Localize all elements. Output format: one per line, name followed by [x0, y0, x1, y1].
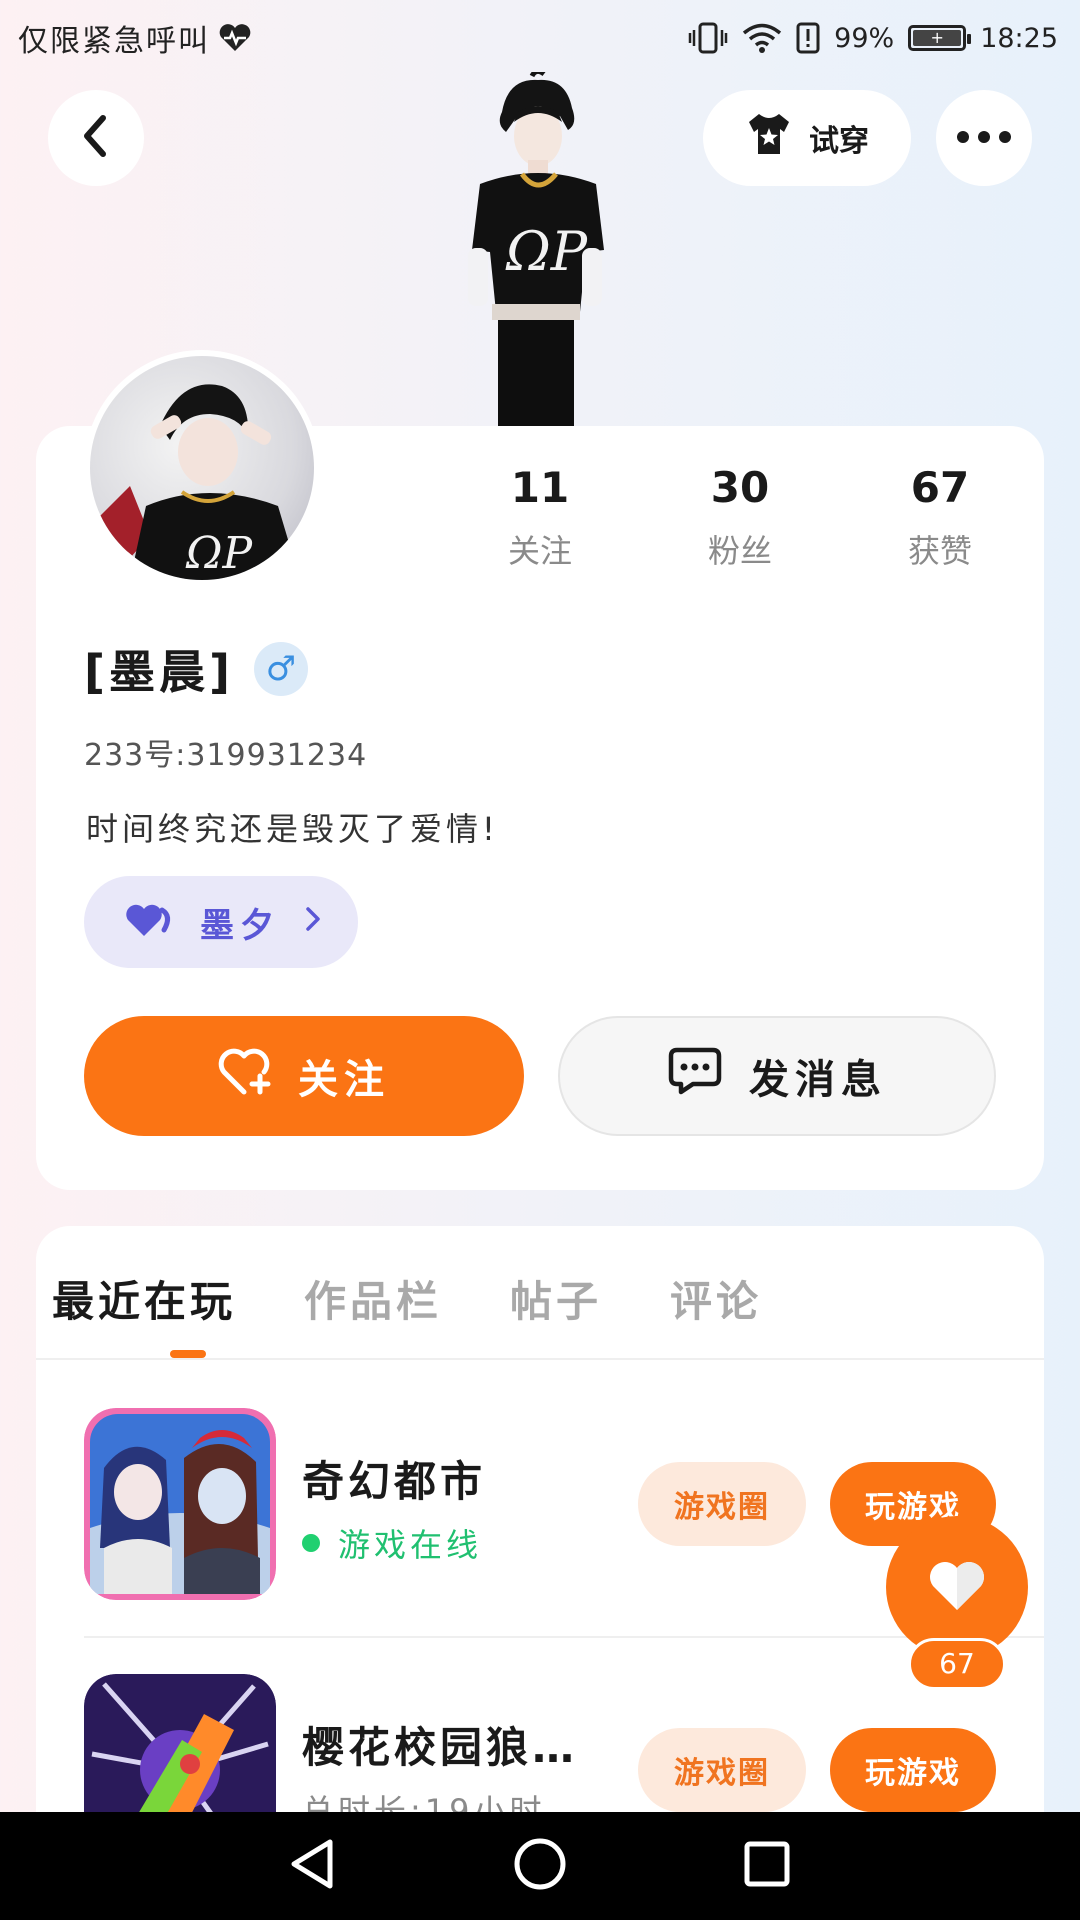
game-row[interactable]: 樱花校园狼… 总时长:19小时 游戏圈 玩游戏 [84, 1674, 1044, 1812]
back-arrow-icon [79, 114, 113, 162]
profile-tabs: 最近在玩 作品栏 帖子 评论 [52, 1268, 830, 1329]
stat-following-value: 11 [510, 463, 570, 512]
wifi-icon [742, 22, 782, 54]
status-left: 仅限紧急呼叫 [18, 16, 252, 60]
avatar[interactable]: ΩP [84, 350, 320, 586]
battery-icon: + [908, 25, 972, 51]
try-on-label: 试穿 [809, 124, 869, 159]
vibrate-icon [688, 22, 728, 54]
character-figure: ΩP [440, 68, 630, 426]
game-circle-button[interactable]: 游戏圈 [638, 1728, 806, 1812]
double-heart-icon [124, 902, 176, 942]
status-right: 99% + 18:25 [688, 22, 1058, 54]
online-status-dot [302, 1534, 320, 1552]
more-dots-icon [956, 129, 1012, 148]
row-divider [84, 1636, 1044, 1638]
profile-stats: 11 关注 30 粉丝 67 获赞 [440, 456, 1040, 572]
bio: 时间终究还是毁灭了爱情! [86, 810, 499, 848]
like-count-badge: 67 [908, 1638, 1006, 1690]
clock-time: 18:25 [980, 22, 1058, 54]
game-status: 游戏在线 [302, 1520, 482, 1566]
try-on-button[interactable]: 试穿 [703, 90, 911, 186]
stat-likes-value: 67 [910, 463, 970, 512]
play-game-button[interactable]: 玩游戏 [830, 1728, 996, 1812]
svg-text:ΩP: ΩP [185, 528, 253, 579]
svg-text:ΩP: ΩP [505, 220, 589, 283]
nav-back-button[interactable] [273, 1826, 353, 1906]
game-title: 樱花校园狼… [302, 1723, 579, 1772]
game-playtime-label: 总时长:19小时 [302, 1792, 546, 1812]
nav-recents-button[interactable] [727, 1826, 807, 1906]
game-playtime: 总时长:19小时 [302, 1786, 546, 1812]
stat-fans-label: 粉丝 [707, 532, 772, 570]
status-bar: 仅限紧急呼叫 99% + 18:25 [0, 0, 1080, 76]
chat-bubble-icon [667, 1046, 723, 1106]
battery-percent: 99% [834, 22, 895, 54]
cp-relation-pill[interactable]: 墨夕 [84, 876, 358, 968]
stat-fans[interactable]: 30 粉丝 [640, 456, 840, 572]
nav-home-button[interactable] [500, 1826, 580, 1906]
tshirt-icon [745, 112, 793, 164]
male-gender-icon: ♂ [254, 642, 309, 696]
send-message-label: 发消息 [749, 1057, 887, 1103]
avatar-image: ΩP [90, 356, 314, 580]
stat-likes-label: 获赞 [907, 532, 972, 570]
heartbeat-icon [218, 23, 252, 53]
heart-icon [927, 1558, 987, 1616]
stat-following[interactable]: 11 关注 [440, 456, 640, 572]
heart-plus-icon [218, 1046, 274, 1106]
username-row: [墨晨] ♂ [84, 636, 309, 702]
square-recents-icon [743, 1840, 791, 1892]
tab-divider [36, 1358, 1044, 1360]
send-message-button[interactable]: 发消息 [558, 1016, 996, 1136]
tab-comments[interactable]: 评论 [670, 1268, 762, 1329]
back-button[interactable] [48, 90, 144, 186]
cp-name: 墨夕 [200, 905, 280, 946]
triangle-back-icon [288, 1838, 338, 1894]
game-status-label: 游戏在线 [338, 1526, 483, 1564]
username: [墨晨] [84, 645, 235, 699]
game-title: 奇幻都市 [302, 1457, 487, 1506]
like-fab-button[interactable] [886, 1516, 1028, 1658]
tab-recently-played[interactable]: 最近在玩 [52, 1268, 236, 1329]
alert-icon [796, 22, 820, 54]
follow-label: 关注 [298, 1057, 390, 1103]
stat-following-label: 关注 [507, 532, 572, 570]
game-icon-fantasy-city [84, 1408, 276, 1600]
more-button[interactable] [936, 90, 1032, 186]
chevron-right-icon [304, 902, 322, 942]
active-tab-indicator [170, 1350, 206, 1358]
circle-home-icon [513, 1837, 567, 1895]
system-nav-bar [0, 1812, 1080, 1920]
follow-button[interactable]: 关注 [84, 1016, 524, 1136]
carrier-text: 仅限紧急呼叫 [18, 24, 210, 59]
game-icon-sakura-school [84, 1674, 276, 1812]
user-id[interactable]: 233号:319931234 [84, 730, 367, 774]
stat-fans-value: 30 [710, 463, 770, 512]
tab-works[interactable]: 作品栏 [304, 1268, 442, 1329]
tab-posts[interactable]: 帖子 [510, 1268, 602, 1329]
game-circle-button[interactable]: 游戏圈 [638, 1462, 806, 1546]
stat-likes[interactable]: 67 获赞 [840, 456, 1040, 572]
